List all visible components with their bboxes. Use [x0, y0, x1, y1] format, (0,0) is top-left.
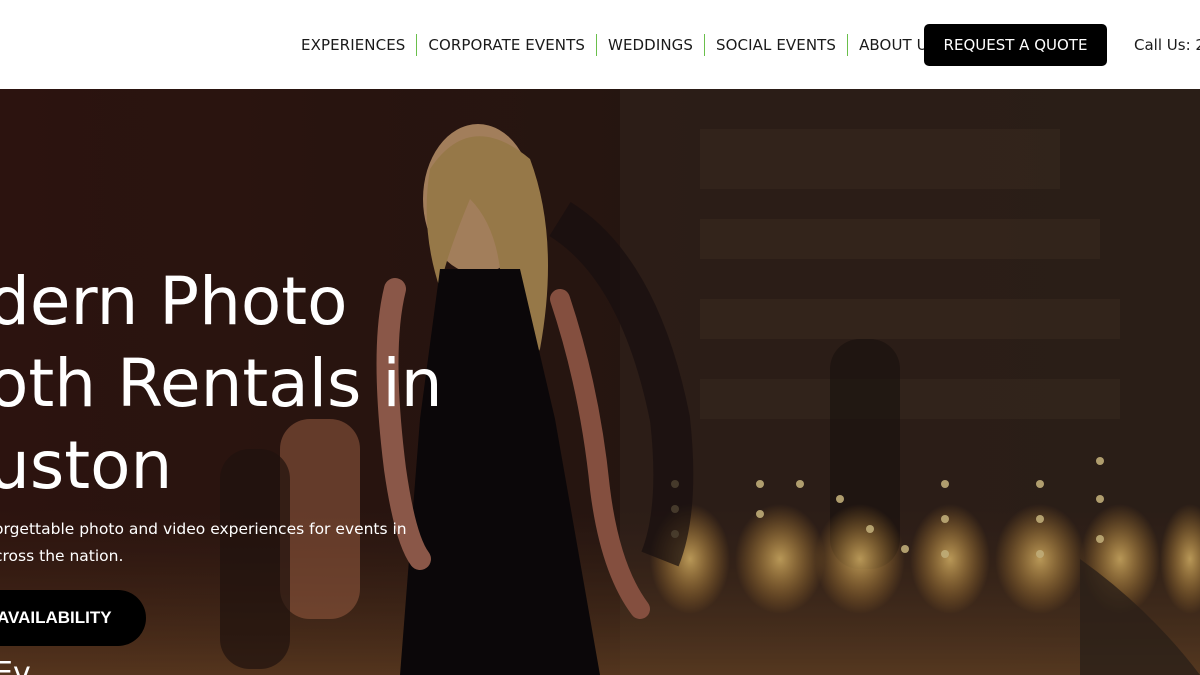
hero-title-line-1: dern Photo — [0, 263, 348, 340]
main-nav: EXPERIENCES CORPORATE EVENTS WEDDINGS SO… — [290, 34, 948, 56]
hero-partial-text: Ev — [0, 656, 31, 675]
hero-title: dern Photo oth Rentals in uston — [0, 261, 508, 507]
nav-corporate-events[interactable]: CORPORATE EVENTS — [417, 34, 596, 56]
nav-social-events[interactable]: SOCIAL EVENTS — [705, 34, 847, 56]
site-header: EXPERIENCES CORPORATE EVENTS WEDDINGS SO… — [0, 0, 1200, 89]
nav-weddings[interactable]: WEDDINGS — [597, 34, 704, 56]
hero-subtitle: orgettable photo and video experiences f… — [0, 516, 414, 570]
hero-subtitle-line-1: orgettable photo and video experiences f… — [0, 520, 407, 538]
hero-title-line-3: uston — [0, 427, 173, 504]
hero-section: dern Photo oth Rentals in uston orgettab… — [0, 89, 1200, 675]
hero-title-line-2: oth Rentals in — [0, 345, 443, 422]
hero-subtitle-line-2: cross the nation. — [0, 547, 124, 565]
check-availability-button[interactable]: AVAILABILITY — [0, 590, 146, 646]
nav-experiences[interactable]: EXPERIENCES — [290, 34, 416, 56]
call-us-link[interactable]: Call Us: 2 — [1134, 34, 1200, 56]
request-quote-button[interactable]: REQUEST A QUOTE — [924, 24, 1107, 66]
